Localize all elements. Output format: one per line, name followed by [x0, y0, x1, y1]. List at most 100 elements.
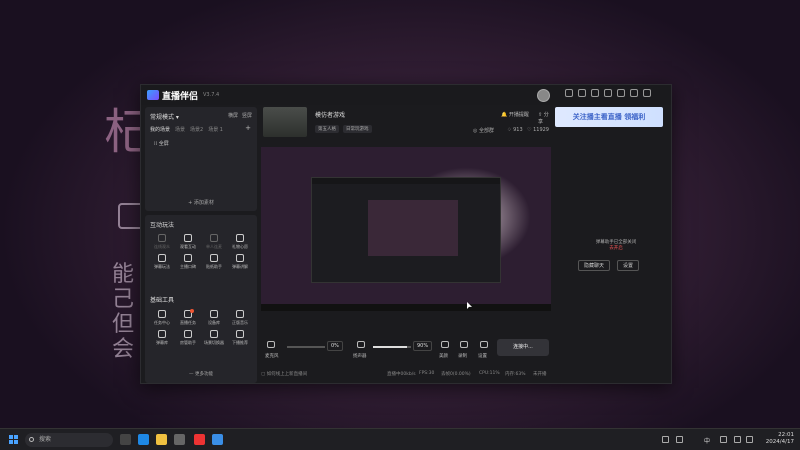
switch-icon	[210, 330, 218, 338]
tray-icon[interactable]	[720, 436, 727, 443]
bitrate: 直播中00kb/s	[387, 372, 416, 377]
ime-indicator[interactable]: 中	[704, 436, 710, 445]
help-icon[interactable]	[591, 89, 599, 97]
start-live-reminder[interactable]: 🔔 开播提醒	[501, 111, 529, 118]
tool-single-mic[interactable]: 单人连麦	[201, 234, 227, 250]
settings-icon[interactable]	[480, 341, 488, 348]
music-icon	[236, 310, 244, 318]
mode-dropdown[interactable]: 常规模式 ▾	[150, 112, 179, 121]
chat-settings-button[interactable]: 设置	[617, 260, 640, 271]
edge-icon[interactable]	[138, 434, 149, 445]
app2-icon[interactable]	[212, 434, 223, 445]
live-task-icon	[184, 309, 194, 318]
go-live-button[interactable]: 连接中...	[497, 339, 549, 356]
record-label[interactable]: 录制	[458, 353, 467, 359]
landscape-tab[interactable]: 横屏	[228, 112, 238, 119]
basic-tools-title: 基础工具	[150, 297, 175, 304]
speaker-icon[interactable]	[357, 341, 365, 348]
minimize-icon[interactable]	[617, 89, 625, 97]
live-companion-icon[interactable]	[194, 434, 205, 445]
gift-icon	[236, 234, 244, 242]
hide-chat-button[interactable]: 隐藏聊天	[578, 260, 611, 271]
maximize-icon[interactable]	[630, 89, 638, 97]
tool-music[interactable]: 正版音乐	[227, 310, 253, 326]
close-icon[interactable]	[643, 89, 651, 97]
wifi-icon[interactable]	[734, 436, 741, 443]
scene-item[interactable]: ⁞⁞ 全屏	[154, 140, 169, 147]
portrait-tab[interactable]: 竖屏	[242, 112, 252, 119]
headset-icon[interactable]	[578, 89, 586, 97]
share-button[interactable]: ⇪ 分享	[538, 111, 551, 125]
tool-scene-switch[interactable]: 场景切换器	[201, 330, 227, 346]
app-icon[interactable]	[174, 434, 185, 445]
tool-device-lib[interactable]: 设备库	[201, 310, 227, 326]
clock[interactable]: 22:01 2024/4/17	[766, 432, 794, 446]
app-version: V3.7.4	[203, 92, 220, 98]
sticker-icon	[210, 254, 218, 262]
explorer-icon[interactable]	[156, 434, 167, 445]
tab-scene-1[interactable]: 场景 1	[208, 126, 223, 133]
device-icon	[210, 310, 218, 318]
task-view-icon[interactable]	[120, 434, 131, 445]
beauty-icon[interactable]	[441, 341, 449, 348]
stream-cover[interactable]	[263, 107, 307, 137]
viewers-count: ♡ 11929	[527, 127, 549, 133]
tool-link-viewer[interactable]: 连线观众	[149, 234, 175, 250]
tool-sticker[interactable]: 贴纸助手	[201, 254, 227, 270]
admin-icon	[184, 330, 192, 338]
memory-usage: 内存:63%	[505, 372, 526, 377]
record-icon[interactable]	[460, 341, 468, 348]
beauty-label[interactable]: 美颜	[439, 353, 448, 359]
volume-icon[interactable]	[746, 436, 753, 443]
menu-icon[interactable]	[604, 89, 612, 97]
tool-reputation[interactable]: 主播口碑	[175, 254, 201, 270]
start-icon[interactable]	[9, 435, 18, 444]
tool-offline-rec[interactable]: 下播推荐	[227, 330, 253, 346]
speaker-slider[interactable]	[373, 346, 411, 348]
category-tag[interactable]: 第五人格	[315, 125, 339, 133]
message-icon[interactable]	[565, 89, 573, 97]
promo-banner[interactable]: 关注播主看直播 领福利	[555, 107, 663, 127]
interaction-title: 互动玩法	[150, 222, 175, 229]
chat-icon	[236, 254, 244, 262]
avatar[interactable]	[537, 89, 550, 102]
tab-my-scenes[interactable]: 我的场景	[150, 126, 170, 133]
tab-scene[interactable]: 场景	[175, 126, 185, 133]
settings-label[interactable]: 设置	[478, 353, 487, 359]
live-preview[interactable]	[261, 147, 551, 311]
taskbar-search[interactable]: 搜索	[25, 433, 113, 447]
hint-link[interactable]: ▢ 如何线上上新直播间	[261, 372, 307, 377]
add-source-button[interactable]: + 添加素材	[145, 199, 257, 206]
nested-app-window	[311, 177, 501, 283]
speaker-percent[interactable]: 90%	[413, 341, 433, 351]
tab-scene-2[interactable]: 场景2	[190, 126, 203, 133]
tool-room-admin[interactable]: 房管助手	[175, 330, 201, 346]
tool-task-center[interactable]: 任务中心	[149, 310, 175, 326]
tray-chevron-icon[interactable]	[662, 436, 669, 443]
app-logo: 直播伴侣 V3.7.4	[147, 89, 219, 102]
likes-count: ♢ 913	[507, 127, 523, 133]
tools-panel: 互动玩法 连线观众 观看互动 单人连麦 礼物心愿 弹幕玩法 主播口碑 贴纸助手 …	[145, 215, 257, 383]
more-features-link[interactable]: — 更多功能	[145, 371, 257, 377]
title-bar[interactable]: 直播伴侣 V3.7.4	[141, 85, 671, 105]
enable-link[interactable]: 去开启	[609, 246, 623, 251]
tool-live-task[interactable]: 直播任务	[175, 309, 201, 326]
tool-danmaku-lib[interactable]: 弹幕库	[149, 330, 175, 346]
fans-group[interactable]: ◎ 全部群	[473, 127, 494, 134]
tool-watch-interact[interactable]: 观看互动	[175, 234, 201, 250]
tool-gift-wish[interactable]: 礼物心愿	[227, 234, 253, 250]
add-scene-icon[interactable]: +	[245, 124, 251, 132]
category-tag-2[interactable]: 日常玩游戏	[343, 125, 372, 133]
mic-percent[interactable]: 0%	[327, 341, 343, 351]
tray-app-icon[interactable]	[676, 436, 683, 443]
preview-taskbar	[261, 304, 551, 311]
app-name: 直播伴侣	[162, 91, 199, 102]
mic-slider[interactable]	[287, 346, 325, 348]
basic-tools-grid: 任务中心 直播任务 设备库 正版音乐 弹幕库 房管助手 场景切换器 下播推荐	[149, 309, 253, 346]
mic-icon[interactable]	[267, 341, 275, 348]
tool-danmaku-play[interactable]: 弹幕玩法	[149, 254, 175, 270]
tool-danmaku-explain[interactable]: 弹幕讲解	[227, 254, 253, 270]
stream-title[interactable]: 模仿者游戏	[315, 110, 345, 119]
game-icon	[158, 254, 166, 262]
dropped-frames: 丢帧0(0.00%)	[441, 372, 471, 377]
